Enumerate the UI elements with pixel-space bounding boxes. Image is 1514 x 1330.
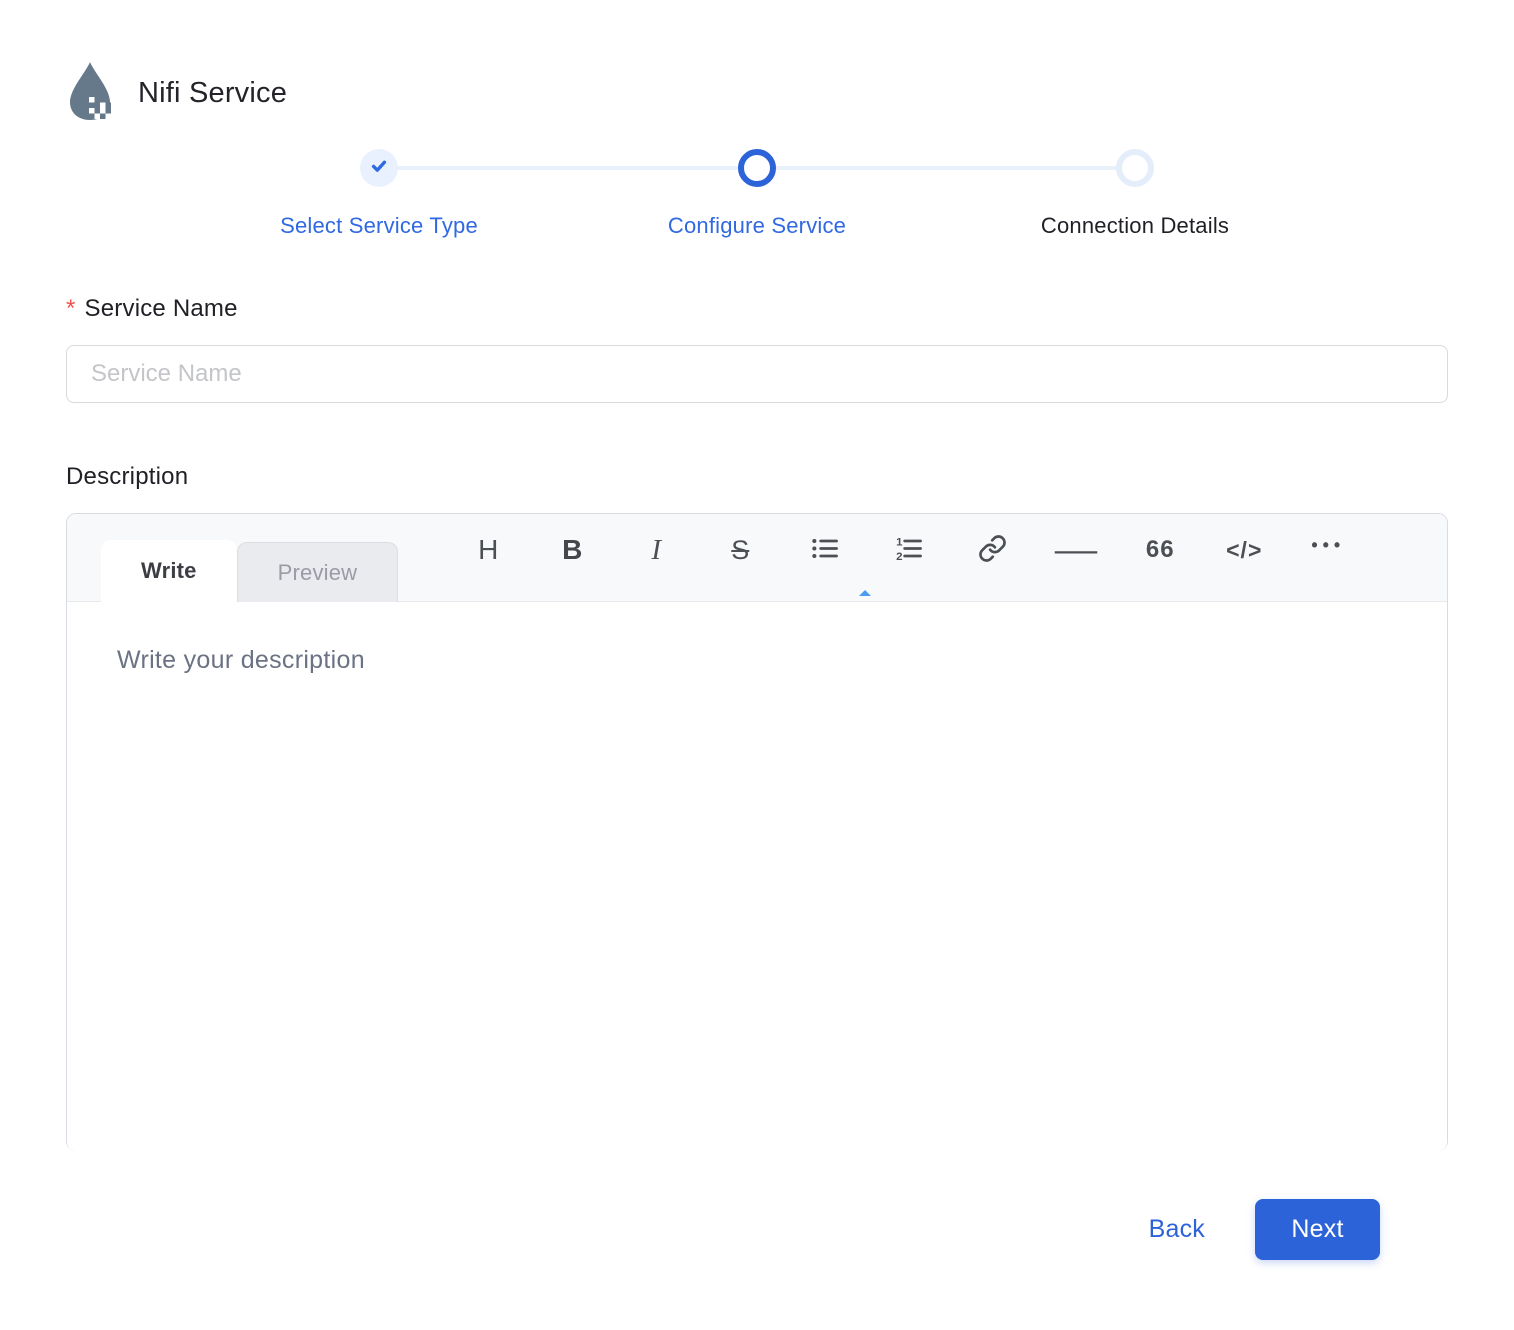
code-button[interactable]: </> [1220, 528, 1268, 572]
tooltip-arrow [859, 590, 871, 596]
step-label: Configure Service [667, 213, 847, 238]
heading-icon: H [478, 534, 499, 565]
bold-icon: B [562, 534, 583, 565]
required-marker: * [66, 295, 76, 322]
description-textarea[interactable] [67, 602, 1447, 1151]
ordered-list-button[interactable]: 1 2 [884, 528, 932, 572]
quote-button[interactable]: 66 [1136, 528, 1184, 572]
nifi-drop-icon [66, 60, 114, 127]
step-connection-details: Connection Details [946, 149, 1324, 239]
italic-icon: I [651, 533, 662, 566]
italic-button[interactable]: I [632, 528, 680, 572]
link-button[interactable] [968, 528, 1016, 572]
more-icon: ••• [1311, 534, 1346, 555]
quote-icon: 66 [1145, 536, 1175, 563]
tab-write[interactable]: Write [101, 540, 237, 602]
code-icon: </> [1226, 536, 1263, 563]
description-label: Description [66, 463, 1448, 491]
form-actions: Back Next [66, 1199, 1448, 1260]
configure-service-form: * Service Name Description Write Preview… [0, 295, 1514, 1260]
step-label: Connection Details [1040, 213, 1230, 238]
step-circle-upcoming [1116, 149, 1154, 187]
unordered-list-button[interactable] [800, 528, 848, 572]
heading-button[interactable]: H [464, 528, 512, 572]
ordered-list-icon: 1 2 [894, 534, 923, 566]
editor-tabs: Write Preview [101, 540, 399, 602]
editor-header: Write Preview H B I S 1 2 — 66 </> ••• [67, 514, 1447, 602]
page-header: Nifi Service [0, 0, 1514, 127]
description-label-text: Description [66, 463, 189, 490]
service-name-label-text: Service Name [84, 295, 238, 322]
svg-text:2: 2 [896, 551, 902, 563]
more-button[interactable]: ••• [1304, 528, 1352, 572]
editor-toolbar: H B I S 1 2 — 66 </> ••• [464, 513, 1352, 601]
wizard-stepper: Select Service Type Configure Service Co… [190, 149, 1324, 239]
editor-body [67, 602, 1447, 1151]
unordered-list-icon [810, 534, 839, 566]
step-select-service-type: Select Service Type [190, 149, 568, 239]
page-title: Nifi Service [138, 77, 288, 109]
horizontal-rule-icon: — [1055, 530, 1098, 569]
step-circle-active [738, 149, 776, 187]
back-button[interactable]: Back [1149, 1215, 1205, 1244]
check-icon [369, 156, 389, 181]
service-name-label: * Service Name [66, 295, 1448, 323]
link-icon [978, 534, 1007, 566]
tab-preview[interactable]: Preview [236, 542, 399, 602]
horizontal-rule-button[interactable]: — [1052, 528, 1100, 572]
strikethrough-icon: S [731, 534, 750, 565]
markdown-editor: Write Preview H B I S 1 2 — 66 </> ••• W… [66, 513, 1448, 1151]
step-configure-service: Configure Service [568, 149, 946, 239]
svg-text:1: 1 [896, 536, 903, 548]
step-label: Select Service Type [280, 213, 478, 238]
next-button[interactable]: Next [1255, 1199, 1380, 1260]
service-name-input[interactable] [66, 345, 1448, 403]
strikethrough-button[interactable]: S [716, 528, 764, 572]
bold-button[interactable]: B [548, 528, 596, 572]
step-circle-completed [360, 149, 398, 187]
